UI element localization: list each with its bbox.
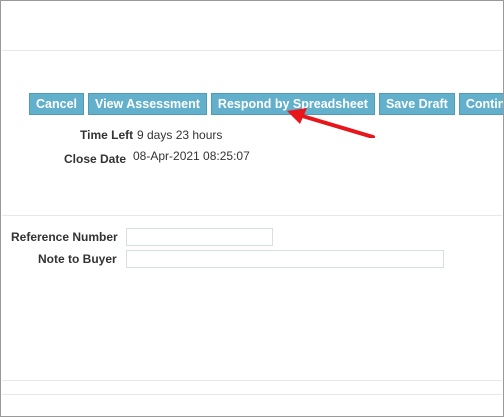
save-draft-button[interactable]: Save Draft — [378, 93, 455, 115]
close-date-row: Close Date — [64, 152, 126, 166]
header-divider — [2, 50, 502, 51]
time-left-label: Time Left — [80, 128, 134, 142]
cancel-button[interactable]: Cancel — [29, 93, 84, 115]
continue-button[interactable]: Continue — [458, 93, 503, 115]
time-left-row: Time Left — [80, 128, 133, 142]
time-left-value: 9 days 23 hours — [137, 128, 223, 142]
view-assessment-button[interactable]: View Assessment — [88, 93, 207, 115]
arrow-shaft — [297, 113, 375, 138]
reference-number-label: Reference Number — [11, 230, 118, 244]
header-area — [2, 2, 502, 50]
close-date-value: 08-Apr-2021 08:25:07 — [133, 149, 250, 163]
reference-number-input[interactable] — [126, 228, 273, 246]
bottom-panel — [2, 394, 502, 416]
note-to-buyer-label: Note to Buyer — [38, 252, 117, 266]
red-arrow-icon — [287, 108, 375, 138]
note-to-buyer-input[interactable] — [126, 250, 444, 268]
close-date-label: Close Date — [64, 152, 127, 166]
time-left-value-wrap: 9 days 23 hours — [137, 128, 222, 142]
close-date-value-wrap: 08-Apr-2021 08:25:07 — [133, 149, 250, 163]
screenshot-frame: Cancel View Assessment Respond by Spread… — [0, 0, 504, 417]
action-toolbar: Cancel View Assessment Respond by Spread… — [29, 93, 503, 115]
